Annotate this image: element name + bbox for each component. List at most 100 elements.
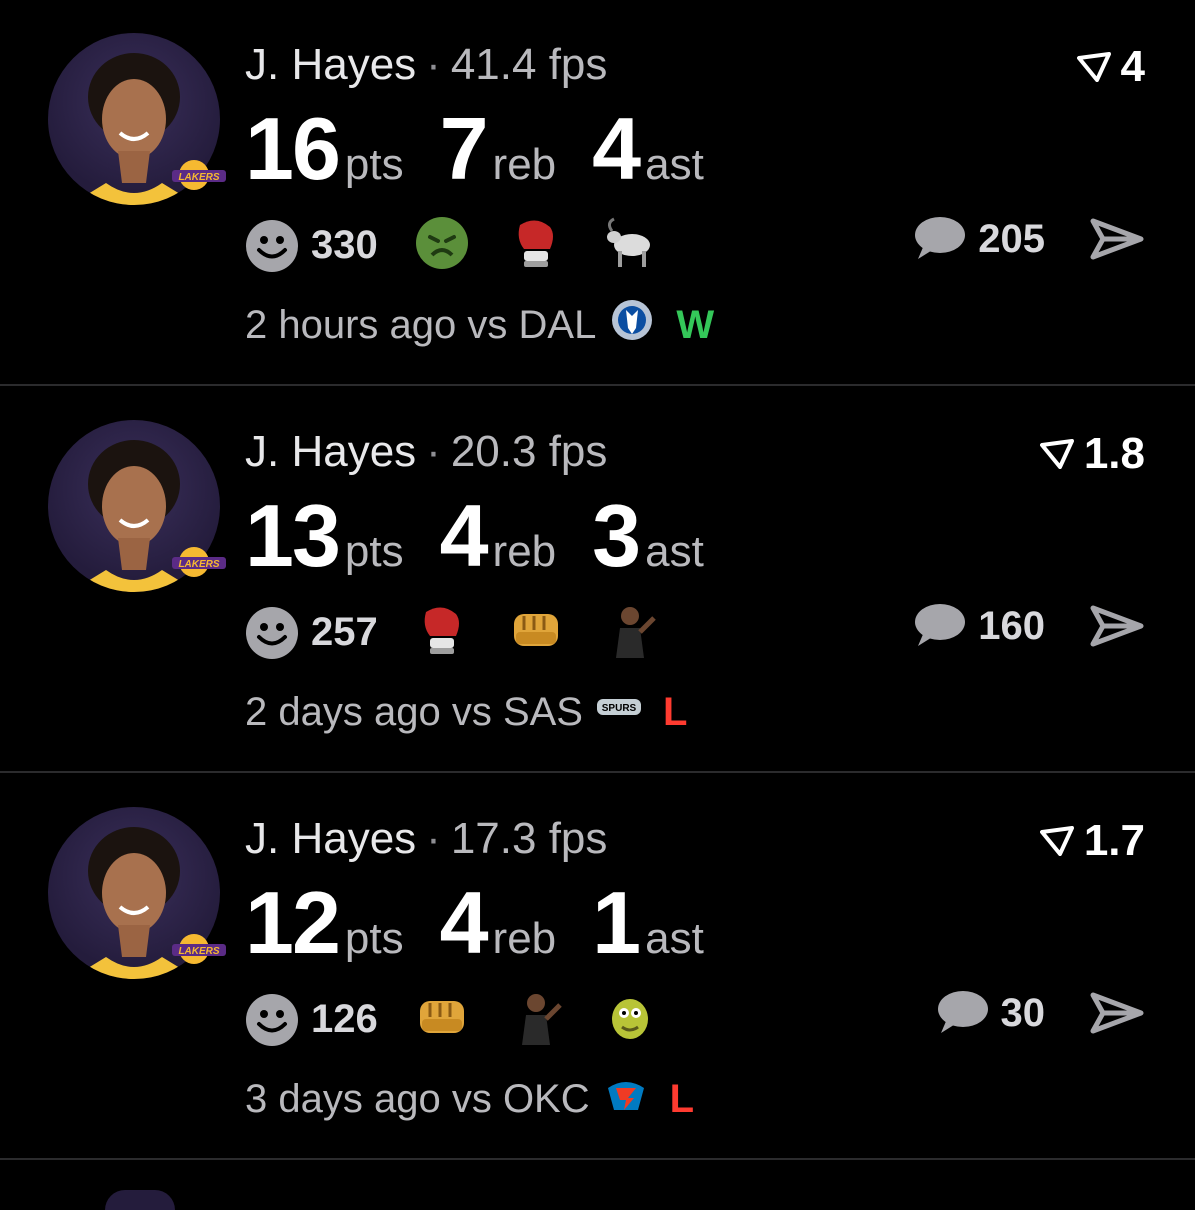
boxing-glove-emoji[interactable] [508, 215, 602, 276]
reaction-emojis [414, 989, 696, 1050]
stat-reb-value: 4 [439, 873, 489, 972]
comment-icon[interactable] [910, 215, 966, 263]
reaction-count: 257 [311, 610, 378, 654]
svg-text:LAKERS: LAKERS [178, 946, 219, 957]
sponge-sticker[interactable] [602, 989, 696, 1050]
stat-reb-label: reb [492, 914, 557, 963]
reactions-row: 126 [245, 989, 696, 1050]
share-icon[interactable] [1089, 604, 1145, 648]
rating-score: 1.7 [1039, 816, 1145, 866]
spurs-logo: SPURS [583, 685, 663, 739]
game-card[interactable]: LAKERS J. Hayes · 41.4 fps 4 16 pts 7 reb 4 ast… [0, 0, 1195, 386]
stat-reb-label: reb [492, 140, 557, 189]
game-meta: 3 days ago vs OKC L [245, 1072, 694, 1126]
smiley-react-icon[interactable] [245, 606, 299, 660]
rating-value: 1.8 [1083, 429, 1145, 478]
player-name[interactable]: J. Hayes [245, 814, 416, 863]
stat-line: 12 pts 4 reb 1 ast [245, 872, 740, 974]
game-time: 2 hours ago [245, 302, 457, 347]
card-divider [0, 1158, 1195, 1160]
stat-pts-value: 13 [245, 486, 341, 585]
rating-score: 4 [1076, 42, 1145, 92]
game-result: L [669, 1076, 695, 1121]
reaction-emojis [414, 602, 696, 663]
comment-count: 160 [978, 603, 1045, 648]
game-meta: 2 days ago vs SAS SPURS L [245, 685, 687, 739]
stat-ast-label: ast [645, 527, 704, 576]
rating-icon [1039, 439, 1074, 469]
player-name-line: J. Hayes · 41.4 fps [245, 40, 607, 90]
comments-area[interactable]: 205 [910, 215, 1145, 263]
game-card[interactable]: LAKERS J. Hayes · 17.3 fps 1.7 12 pts 4 reb 1 a… [0, 774, 1195, 1160]
rating-icon [1039, 826, 1074, 856]
rating-score: 1.8 [1039, 429, 1145, 479]
separator-dot: · [426, 427, 441, 476]
nauseated-face-emoji[interactable] [414, 215, 508, 276]
stat-ast-value: 1 [592, 873, 641, 972]
stat-reb-value: 4 [439, 486, 489, 585]
stat-reb-value: 7 [439, 99, 489, 198]
fantasy-points: 20.3 fps [450, 427, 608, 476]
smiley-react-icon[interactable] [245, 993, 299, 1047]
stat-ast-label: ast [645, 914, 704, 963]
svg-text:LAKERS: LAKERS [178, 172, 219, 183]
mavericks-logo [596, 298, 676, 352]
stat-pts-value: 16 [245, 99, 341, 198]
rating-value: 1.7 [1083, 816, 1145, 865]
player-name-line: J. Hayes · 20.3 fps [245, 427, 607, 477]
stat-line: 13 pts 4 reb 3 ast [245, 485, 740, 587]
rating-icon [1076, 52, 1111, 82]
stat-pts-value: 12 [245, 873, 341, 972]
fantasy-points: 41.4 fps [450, 40, 608, 89]
comment-count: 30 [1000, 990, 1046, 1035]
boxing-glove-emoji[interactable] [414, 602, 508, 663]
reactions-row: 330 [245, 215, 696, 276]
share-icon[interactable] [1089, 991, 1145, 1035]
separator-dot: · [426, 40, 441, 89]
stat-pts-label: pts [344, 914, 404, 963]
fist-bump-emoji[interactable] [508, 602, 602, 663]
reaction-count: 330 [311, 223, 378, 267]
separator-dot: · [426, 814, 441, 863]
stat-ast-label: ast [645, 140, 704, 189]
goat-emoji[interactable] [602, 215, 696, 276]
rating-value: 4 [1120, 42, 1145, 91]
card-divider [0, 771, 1195, 773]
fantasy-points: 17.3 fps [450, 814, 608, 863]
comment-count: 205 [978, 216, 1045, 261]
fist-bump-emoji[interactable] [414, 989, 508, 1050]
thunder-logo [590, 1072, 670, 1126]
opponent[interactable]: vs DAL [467, 303, 596, 348]
game-time: 2 days ago [245, 689, 441, 734]
comments-area[interactable]: 160 [910, 602, 1145, 650]
player-name[interactable]: J. Hayes [245, 40, 416, 89]
svg-text:SPURS: SPURS [602, 703, 637, 714]
next-card-peek [105, 1190, 175, 1210]
player-name-line: J. Hayes · 17.3 fps [245, 814, 607, 864]
player-sticker[interactable] [602, 602, 696, 663]
opponent[interactable]: vs OKC [452, 1077, 590, 1122]
reactions-row: 257 [245, 602, 696, 663]
reaction-emojis [414, 215, 696, 276]
game-time: 3 days ago [245, 1076, 441, 1121]
stat-ast-value: 3 [592, 486, 641, 585]
card-divider [0, 384, 1195, 386]
stat-ast-value: 4 [592, 99, 641, 198]
stat-pts-label: pts [344, 527, 404, 576]
stat-line: 16 pts 7 reb 4 ast [245, 98, 740, 200]
comment-icon[interactable] [910, 602, 966, 650]
lakers-logo: LAKERS [172, 547, 226, 577]
player-name[interactable]: J. Hayes [245, 427, 416, 476]
game-card[interactable]: LAKERS J. Hayes · 20.3 fps 1.8 13 pts 4 reb 3 a… [0, 387, 1195, 773]
opponent[interactable]: vs SAS [452, 690, 583, 735]
share-icon[interactable] [1089, 217, 1145, 261]
game-result: L [662, 689, 688, 734]
stat-reb-label: reb [492, 527, 557, 576]
comment-icon[interactable] [933, 989, 989, 1037]
comments-area[interactable]: 30 [933, 989, 1146, 1037]
game-result: W [676, 302, 715, 347]
player-sticker[interactable] [508, 989, 602, 1050]
smiley-react-icon[interactable] [245, 219, 299, 273]
lakers-logo: LAKERS [172, 160, 226, 190]
reaction-count: 126 [311, 997, 378, 1041]
